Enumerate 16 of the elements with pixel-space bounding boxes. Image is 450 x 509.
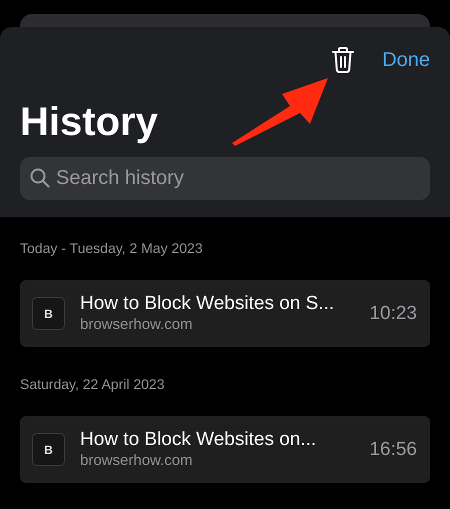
done-button[interactable]: Done	[382, 48, 430, 72]
trash-icon[interactable]	[332, 47, 354, 73]
section-date: Today - Tuesday, 2 May 2023	[20, 239, 204, 257]
item-time: 10:23	[369, 302, 417, 324]
search-field[interactable]: Search history	[20, 157, 430, 200]
item-title: How to Block Websites on...	[80, 429, 318, 451]
item-domain: browserhow.com	[80, 451, 194, 470]
favicon: B	[32, 433, 65, 466]
item-title: How to Block Websites on S...	[80, 293, 336, 315]
history-item[interactable]: B How to Block Websites on S... browserhow.com 10:23	[20, 280, 430, 347]
history-item[interactable]: B How to Block Websites on... browserhow.com 16:56	[20, 416, 430, 483]
favicon: B	[32, 297, 65, 330]
item-time: 16:56	[369, 438, 417, 460]
item-domain: browserhow.com	[80, 315, 194, 334]
section-date: Saturday, 22 April 2023	[20, 375, 166, 393]
page-title: History	[20, 99, 158, 145]
